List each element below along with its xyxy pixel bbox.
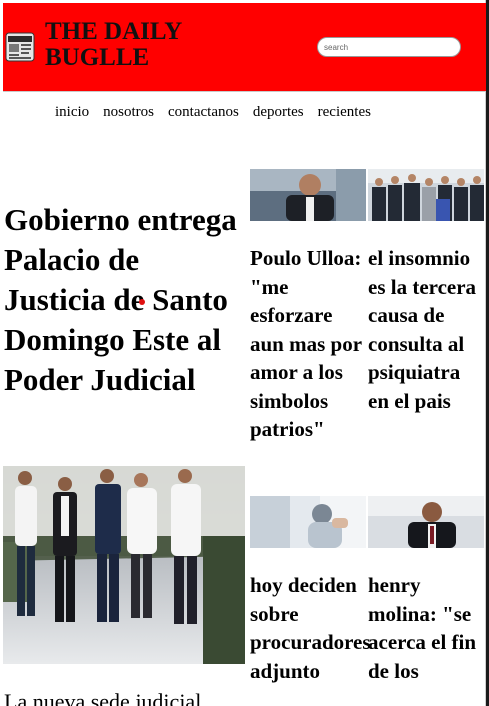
main-article-photo[interactable] [3, 466, 245, 664]
cursor-dot [139, 299, 145, 305]
story-thumbnail-image [368, 496, 484, 548]
story-title[interactable]: Poulo Ulloa: "me esforzare aun mas por a… [250, 244, 368, 444]
search-input[interactable] [317, 37, 461, 57]
site-title: THE DAILY BUGLLE [45, 18, 182, 71]
story-title[interactable]: hoy deciden sobre procuradores adjunto [250, 571, 371, 685]
nav-item-inicio[interactable]: inicio [55, 102, 89, 122]
main-article-headline[interactable]: Gobierno entrega Palacio de Justicia de … [4, 200, 244, 400]
nav-item-nosotros[interactable]: nosotros [103, 102, 154, 122]
story-thumbnail[interactable] [250, 169, 366, 221]
story-thumbnail[interactable] [368, 496, 484, 548]
site-header: THE DAILY BUGLLE [3, 3, 486, 91]
header-divider [3, 91, 486, 92]
story-thumbnail-image [250, 496, 366, 548]
story-title[interactable]: el insomnio es la tercera causa de consu… [368, 244, 486, 415]
story-thumbnail-image [250, 169, 366, 221]
nav-item-deportes[interactable]: deportes [253, 102, 304, 122]
main-nav: inicio nosotros contactanos deportes rec… [55, 102, 371, 122]
main-article-summary: La nueva sede judicial [4, 689, 202, 706]
story-title[interactable]: henry molina: "se acerca el fin de los [368, 571, 486, 685]
story-thumbnail[interactable] [368, 169, 484, 221]
newspaper-logo-icon[interactable] [5, 31, 35, 63]
story-thumbnail-image [368, 169, 484, 221]
nav-item-contactanos[interactable]: contactanos [168, 102, 239, 122]
main-article-photo-image [3, 466, 245, 664]
story-thumbnail[interactable] [250, 496, 366, 548]
nav-item-recientes[interactable]: recientes [318, 102, 371, 122]
